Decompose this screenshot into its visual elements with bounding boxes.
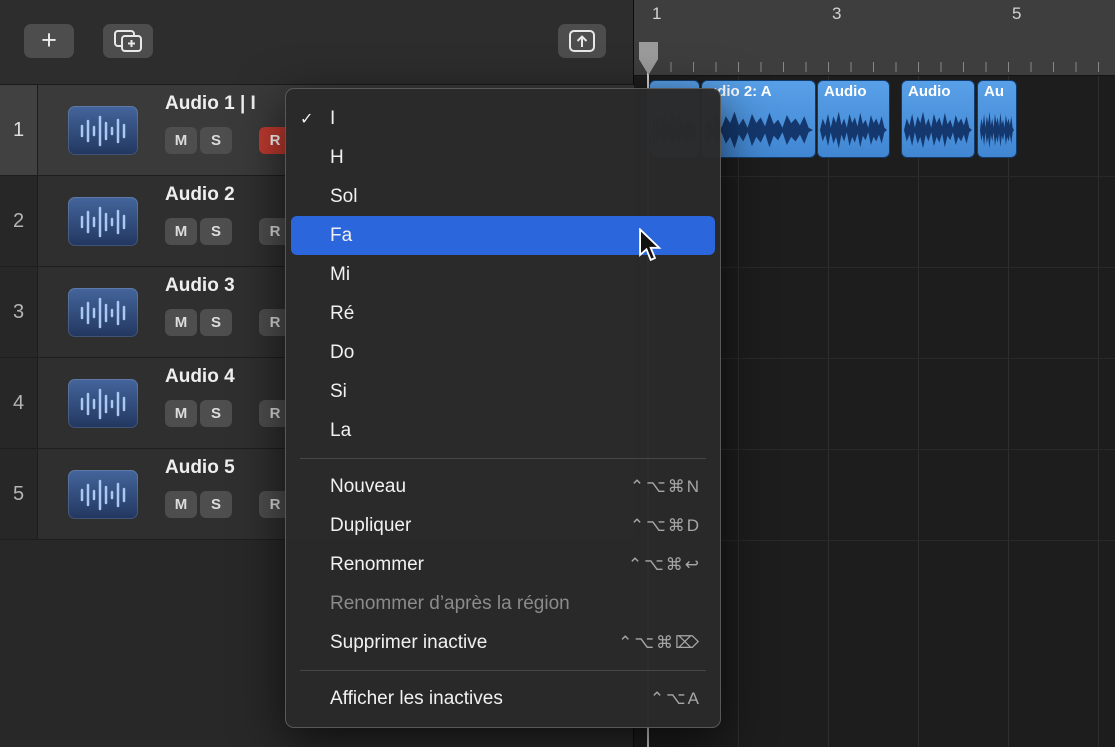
track-controls: M S R [165, 400, 291, 427]
ruler-ticks [648, 62, 1115, 72]
menu-item-sol[interactable]: Sol [291, 177, 715, 216]
menu-item-do[interactable]: Do [291, 333, 715, 372]
track-header-toolbar: + [0, 0, 633, 85]
shortcut-label: ⌃⌥⌘D [630, 516, 701, 536]
menu-item-supprimer-inactive[interactable]: Supprimer inactive ⌃⌥⌘⌦ [291, 623, 715, 662]
track-number: 4 [0, 358, 38, 448]
solo-button[interactable]: S [200, 127, 232, 154]
region-waveform [820, 107, 887, 153]
waveform-thumbnail-icon [68, 379, 138, 428]
waveform-thumbnail-icon [68, 197, 138, 246]
track-name[interactable]: Audio 5 [165, 457, 235, 479]
track-controls: M S R [165, 218, 291, 245]
menu-item-renommer[interactable]: Renommer ⌃⌥⌘↩ [291, 545, 715, 584]
track-number: 3 [0, 267, 38, 357]
menu-item-dupliquer[interactable]: Dupliquer ⌃⌥⌘D [291, 506, 715, 545]
ruler-bar-label: 1 [652, 4, 661, 24]
region-label: Au [978, 81, 1016, 102]
mute-button[interactable]: M [165, 218, 197, 245]
region-label: Audio [818, 81, 889, 102]
waveform-thumbnail-icon [68, 470, 138, 519]
shortcut-label: ⌃⌥⌘⌦ [618, 633, 701, 653]
mute-button[interactable]: M [165, 400, 197, 427]
menu-separator [300, 670, 706, 671]
bar-ruler[interactable]: 1 3 5 [634, 0, 1115, 76]
plus-icon: + [41, 25, 57, 56]
shortcut-label: ⌃⌥⌘N [630, 477, 701, 497]
add-track-button[interactable]: + [24, 24, 74, 58]
menu-item-i[interactable]: ✓ I [291, 99, 715, 138]
audio-region[interactable]: Au [977, 80, 1017, 158]
solo-button[interactable]: S [200, 400, 232, 427]
track-name[interactable]: Audio 1 | I [165, 93, 256, 115]
solo-button[interactable]: S [200, 491, 232, 518]
track-name[interactable]: Audio 3 [165, 275, 235, 297]
solo-button[interactable]: S [200, 218, 232, 245]
ruler-bar-label: 3 [832, 4, 841, 24]
track-number: 2 [0, 176, 38, 266]
waveform-thumbnail-icon [68, 106, 138, 155]
shortcut-label: ⌃⌥⌘↩ [628, 555, 701, 575]
menu-item-nouveau[interactable]: Nouveau ⌃⌥⌘N [291, 467, 715, 506]
ruler-bar-label: 5 [1012, 4, 1021, 24]
menu-item-h[interactable]: H [291, 138, 715, 177]
shortcut-label: ⌃⌥A [650, 689, 701, 709]
track-controls: M S R [165, 127, 291, 154]
mouse-cursor-icon [638, 228, 662, 262]
region-waveform [904, 107, 972, 153]
menu-item-si[interactable]: Si [291, 372, 715, 411]
track-name-context-menu: ✓ I H Sol Fa Mi Ré Do Si La Nouveau ⌃ [285, 88, 721, 728]
track-name[interactable]: Audio 2 [165, 184, 235, 206]
region-label [650, 81, 699, 85]
track-number: 5 [0, 449, 38, 539]
mute-button[interactable]: M [165, 309, 197, 336]
waveform-thumbnail-icon [68, 288, 138, 337]
hide-track-header-button[interactable] [558, 24, 606, 58]
duplicate-track-button[interactable] [103, 24, 153, 58]
menu-item-la[interactable]: La [291, 411, 715, 450]
track-name[interactable]: Audio 4 [165, 366, 235, 388]
menu-item-re[interactable]: Ré [291, 294, 715, 333]
region-waveform [980, 107, 1014, 153]
menu-item-afficher-inactives[interactable]: Afficher les inactives ⌃⌥A [291, 679, 715, 718]
track-controls: M S R [165, 491, 291, 518]
audio-region[interactable]: Audio [817, 80, 890, 158]
mute-button[interactable]: M [165, 491, 197, 518]
duplicate-track-icon [113, 29, 143, 53]
menu-item-renommer-apres-region: Renommer d’après la région [291, 584, 715, 623]
up-arrow-box-icon [568, 29, 596, 53]
menu-separator [300, 458, 706, 459]
track-controls: M S R [165, 309, 291, 336]
track-number: 1 [0, 85, 38, 175]
audio-region[interactable]: Audio [901, 80, 975, 158]
solo-button[interactable]: S [200, 309, 232, 336]
mute-button[interactable]: M [165, 127, 197, 154]
logic-pro-track-area: + 1 [0, 0, 1115, 747]
region-label: Audio [902, 81, 974, 102]
checkmark-icon: ✓ [300, 109, 313, 129]
